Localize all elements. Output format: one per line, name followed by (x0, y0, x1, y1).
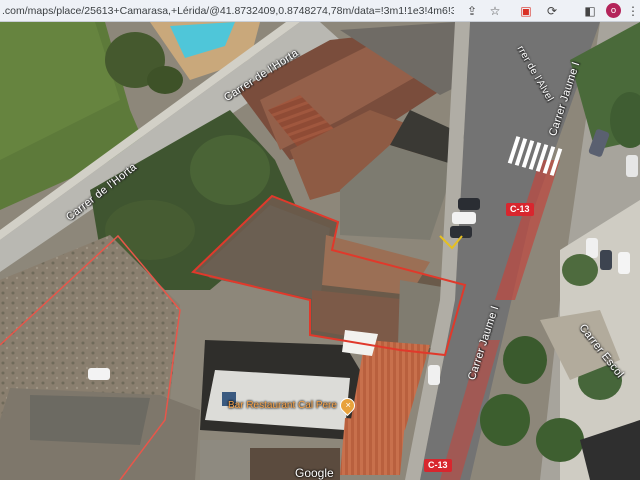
poi-label[interactable]: Bar Restaurant Cal Pere (228, 400, 337, 411)
share-icon[interactable]: ⇪ (463, 2, 481, 20)
route-shield-c13: C-13 (424, 459, 452, 472)
browser-toolbar: .com/maps/place/25613+Camarasa,+Lérida/@… (0, 0, 640, 22)
poi-restaurant[interactable]: Bar Restaurant Cal Pere ✕ (228, 394, 359, 417)
extension-icon[interactable]: ▣ (517, 2, 535, 20)
satellite-map[interactable]: Carrer de l'Horta Carrer de l'Horta Carr… (0, 22, 640, 480)
restaurant-pin-icon[interactable]: ✕ (336, 394, 359, 417)
side-panel-icon[interactable]: ◧ (581, 2, 599, 20)
more-vert-icon[interactable]: ⋮ (624, 2, 640, 20)
google-attribution: Google (295, 466, 334, 480)
profile-avatar[interactable]: o (606, 3, 621, 18)
reader-icon[interactable]: ⟳ (543, 2, 561, 20)
address-bar[interactable]: .com/maps/place/25613+Camarasa,+Lérida/@… (2, 3, 454, 19)
route-shield-c13: C-13 (506, 203, 534, 216)
star-icon[interactable]: ☆ (486, 2, 504, 20)
